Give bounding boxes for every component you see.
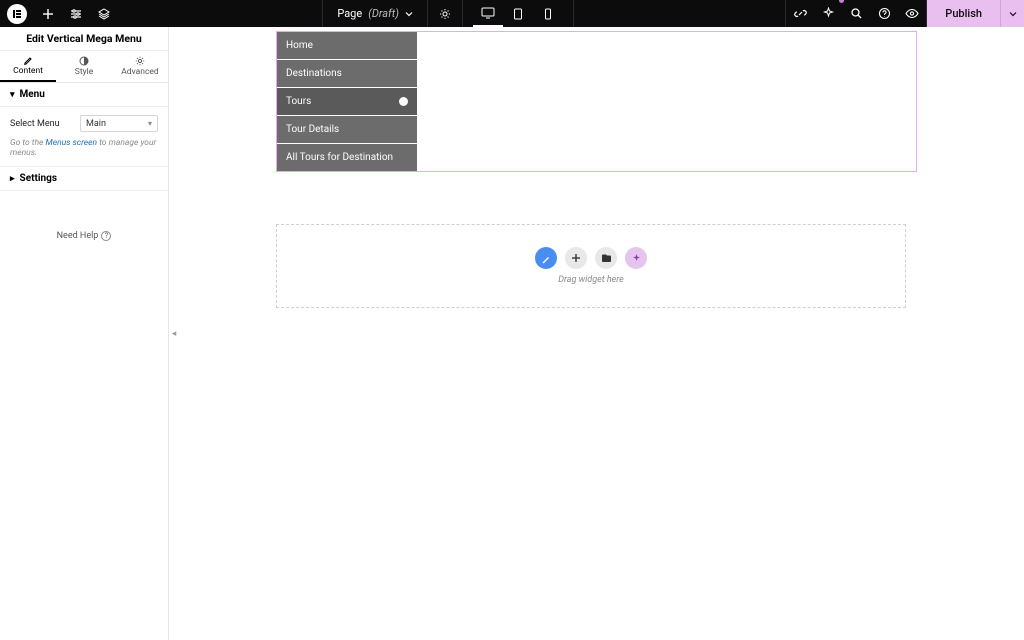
select-menu-control: Select Menu Main ▾	[0, 107, 168, 136]
menu-item-tour-details[interactable]: Tour Details	[277, 116, 417, 143]
whats-new-button[interactable]	[814, 0, 842, 27]
section-settings-toggle[interactable]: ▸ Settings	[0, 166, 168, 191]
responsive-devices	[473, 0, 563, 27]
dropzone-hint: Drag widget here	[558, 275, 624, 285]
structure-button[interactable]	[97, 7, 111, 21]
add-widget-button[interactable]	[565, 247, 587, 269]
page-status: (Draft)	[368, 7, 399, 20]
preview-button[interactable]	[898, 0, 926, 27]
panel-title: Edit Vertical Mega Menu	[0, 27, 168, 51]
ai-generate-button[interactable]	[625, 247, 647, 269]
menu-item-tours[interactable]: Tours	[277, 88, 417, 115]
connect-button[interactable]	[786, 0, 814, 27]
tab-label: Content	[13, 66, 43, 76]
tab-label: Style	[75, 67, 93, 77]
editor-panel: Edit Vertical Mega Menu Content Style Ad…	[0, 27, 169, 640]
helper-text: Go to the Menus screen to manage your me…	[0, 136, 168, 166]
menu-item-all-tours[interactable]: All Tours for Destination	[277, 144, 417, 171]
chevron-down-icon: ▾	[148, 119, 152, 128]
select-menu-value: Main	[86, 119, 106, 129]
select-menu-dropdown[interactable]: Main ▾	[80, 115, 158, 132]
publish-button[interactable]: Publish	[927, 0, 1000, 27]
tab-content[interactable]: Content	[0, 51, 56, 82]
caret-right-icon: ▸	[10, 174, 15, 184]
section-settings-label: Settings	[20, 173, 57, 184]
tab-label: Advanced	[121, 67, 158, 77]
submenu-indicator-icon	[399, 97, 408, 106]
site-settings-button[interactable]	[69, 7, 83, 21]
topbar-right: Publish	[785, 0, 1024, 27]
topbar-center: Page (Draft)	[111, 0, 785, 27]
tab-advanced[interactable]: Advanced	[112, 51, 168, 82]
publish-options-button[interactable]	[1000, 0, 1024, 27]
separator	[573, 0, 574, 27]
finder-search-button[interactable]	[842, 0, 870, 27]
menu-item-home[interactable]: Home	[277, 32, 417, 59]
caret-down-icon: ▾	[10, 90, 15, 100]
tab-style[interactable]: Style	[56, 51, 112, 82]
help-icon: ?	[101, 231, 111, 241]
topbar-left	[0, 4, 111, 24]
vertical-mega-menu-widget[interactable]: Home Destinations Tours Tour Details All…	[276, 31, 917, 172]
menus-screen-link[interactable]: Menus screen	[46, 138, 98, 148]
device-tablet-button[interactable]	[503, 0, 533, 27]
page-settings-button[interactable]	[438, 7, 452, 21]
chevron-down-icon	[405, 10, 413, 18]
select-menu-label: Select Menu	[10, 119, 60, 129]
device-desktop-button[interactable]	[473, 0, 503, 27]
editor-canvas: Home Destinations Tours Tour Details All…	[169, 27, 1024, 640]
empty-container-dropzone[interactable]: Drag widget here	[276, 224, 906, 308]
panel-tabs: Content Style Advanced	[0, 51, 168, 83]
edit-container-button[interactable]	[535, 247, 557, 269]
section-menu-label: Menu	[20, 89, 45, 100]
help-button[interactable]	[870, 0, 898, 27]
menu-item-destinations[interactable]: Destinations	[277, 60, 417, 87]
mega-menu-list: Home Destinations Tours Tour Details All…	[277, 32, 417, 171]
separator	[462, 0, 463, 27]
elementor-logo[interactable]	[7, 4, 27, 24]
page-label: Page	[337, 7, 362, 20]
page-selector[interactable]: Page (Draft)	[322, 0, 428, 27]
need-help-link[interactable]: Need Help ?	[0, 191, 168, 241]
section-menu-toggle[interactable]: ▾ Menu	[0, 83, 168, 107]
add-template-button[interactable]	[595, 247, 617, 269]
add-element-button[interactable]	[41, 7, 55, 21]
dropzone-actions	[535, 247, 647, 269]
device-mobile-button[interactable]	[533, 0, 563, 27]
top-bar: Page (Draft)	[0, 0, 1024, 27]
